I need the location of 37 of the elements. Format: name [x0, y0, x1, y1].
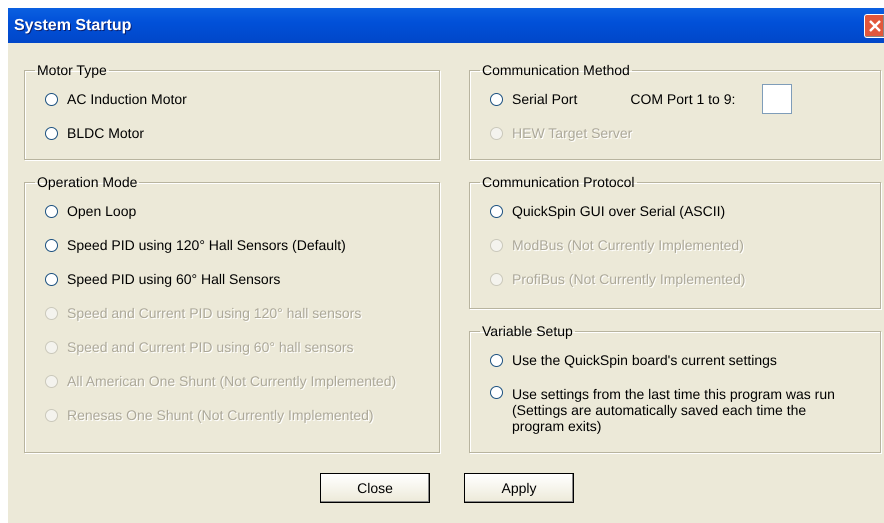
option-label: Speed and Current PID using 60° hall sensors [67, 339, 354, 355]
option-label: Serial Port [512, 91, 578, 107]
option-label: Speed PID using 120° Hall Sensors (Default) [67, 237, 346, 253]
radio-button[interactable] [45, 204, 58, 218]
dialog-button[interactable]: Close [320, 473, 430, 503]
group-title: Communication Protocol [481, 174, 636, 190]
option-label: ProfiBus (Not Currently Implemented) [512, 271, 746, 287]
radio-button[interactable] [490, 386, 503, 399]
radio-button[interactable] [45, 92, 58, 106]
option-label: Speed PID using 60° Hall Sensors [67, 271, 280, 287]
dialog-button[interactable]: Apply [464, 473, 574, 503]
option-label: Open Loop [67, 203, 136, 219]
group-title: Motor Type [36, 62, 108, 78]
com-port-field[interactable] [762, 84, 792, 114]
radio-button[interactable] [45, 126, 58, 140]
option-label: All American One Shunt (Not Currently Implemented) [67, 373, 396, 389]
option-label: ModBus (Not Currently Implemented) [512, 237, 744, 253]
group-title: Variable Setup [481, 323, 574, 339]
radio-button[interactable] [45, 272, 58, 286]
window-title: System Startup [14, 16, 132, 34]
option-label: Speed and Current PID using 120° hall sensors [67, 305, 362, 321]
option-label: Use the QuickSpin board's current settings [512, 352, 777, 368]
close-icon [868, 18, 882, 32]
group-title: Communication Method [481, 62, 631, 78]
radio-button[interactable] [490, 204, 503, 218]
option-label: Use settings from the last time this program was run (Settings are automatically saved each time the program exits) [512, 386, 836, 434]
radio-button[interactable] [45, 238, 58, 252]
radio-button[interactable] [490, 354, 503, 366]
group-title: Operation Mode [36, 174, 138, 190]
option-label: BLDC Motor [67, 125, 144, 141]
close-button[interactable] [864, 14, 884, 38]
option-label: QuickSpin GUI over Serial (ASCII) [512, 203, 726, 219]
option-label: AC Induction Motor [67, 91, 187, 107]
radio-button[interactable] [490, 92, 503, 106]
option-label: Renesas One Shunt (Not Currently Implemented) [67, 407, 374, 423]
field-label: COM Port 1 to 9: [630, 91, 736, 107]
option-label: HEW Target Server [512, 125, 632, 141]
